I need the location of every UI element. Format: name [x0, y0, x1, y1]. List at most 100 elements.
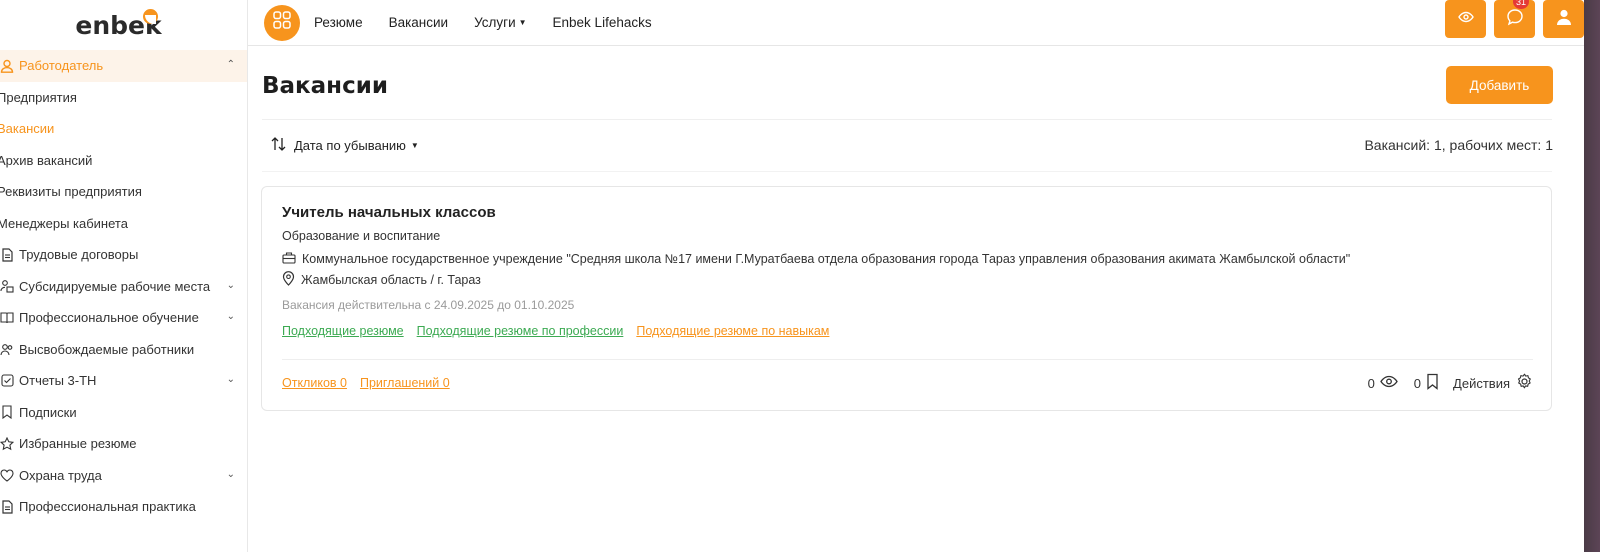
checkbox-icon [0, 374, 16, 387]
sidebar-item-label: Охрана труда [19, 467, 102, 483]
gear-icon [1516, 373, 1533, 393]
vacancy-validity: Вакансия действительна с 24.09.2025 до 0… [282, 298, 575, 312]
user-icon [1555, 8, 1573, 31]
logo-mark-icon [143, 9, 158, 24]
nav-link-vacancies[interactable]: Вакансии [389, 15, 449, 30]
messages-button[interactable]: 31 [1494, 0, 1535, 38]
sidebar: enbek Работодатель ⌃ Предприятия Ваканси… [0, 0, 248, 552]
sidebar-item-label: Менеджеры кабинета [0, 215, 128, 231]
sidebar-item-favorite-resumes[interactable]: Избранные резюме [0, 428, 247, 460]
sidebar-item-vacancies[interactable]: Вакансии [0, 113, 247, 145]
caret-down-icon: ▼ [410, 141, 419, 150]
location-pin-icon [282, 271, 295, 289]
chevron-down-icon: ⌄ [226, 311, 235, 322]
topbar: Резюме Вакансии Услуги ▼ Enbek Lifehacks … [248, 0, 1584, 46]
star-icon [0, 436, 16, 451]
sidebar-item-label: Высвобождаемые работники [19, 341, 195, 357]
grid-icon [273, 11, 291, 34]
sidebar-item-labor-safety[interactable]: Охрана труда ⌄ [0, 460, 247, 492]
user-icon [0, 59, 16, 73]
chevron-down-icon: ⌄ [226, 468, 235, 480]
sidebar-item-requisites[interactable]: Реквизиты предприятия [0, 176, 247, 208]
nav-link-services[interactable]: Услуги ▼ [474, 15, 526, 30]
sidebar-item-prof-practice[interactable]: Профессиональная практика [0, 491, 247, 523]
vacancy-organization: Коммунальное государственное учреждение … [302, 252, 1351, 266]
sort-dropdown[interactable]: Дата по убыванию ▼ [270, 136, 419, 155]
sidebar-item-enterprises[interactable]: Предприятия [0, 82, 247, 114]
nav-link-resumes[interactable]: Резюме [314, 15, 363, 30]
invitations-link[interactable]: Приглашений 0 [360, 376, 450, 390]
divider [262, 119, 1552, 120]
matching-resumes-link[interactable]: Подходящие резюме [282, 324, 404, 338]
divider [282, 359, 1533, 360]
accessibility-button[interactable] [1445, 0, 1486, 38]
bookmark-icon [1426, 373, 1439, 393]
matching-by-skills-link[interactable]: Подходящие резюме по навыкам [636, 324, 829, 338]
matching-by-profession-link[interactable]: Подходящие резюме по профессии [417, 324, 624, 338]
logo[interactable]: enbek [0, 0, 247, 50]
vacancy-title[interactable]: Учитель начальных классов [282, 204, 496, 221]
page-title: Вакансии [262, 73, 388, 99]
vacancy-organization-row: Коммунальное государственное учреждение … [282, 251, 1350, 267]
apps-menu-button[interactable] [264, 4, 300, 41]
chevron-up-icon: ⌃ [226, 59, 235, 70]
document-icon [0, 248, 16, 262]
users-icon [0, 343, 16, 356]
sidebar-item-managers[interactable]: Менеджеры кабинета [0, 208, 247, 240]
chevron-down-icon: ⌄ [226, 374, 235, 385]
actions-button[interactable]: Действия [1453, 373, 1533, 393]
eye-icon [1457, 10, 1474, 28]
sidebar-item-label: Работодатель [19, 58, 104, 74]
sidebar-item-label: Архив вакансий [0, 152, 93, 168]
sidebar-item-subsidized-jobs[interactable]: Субсидируемые рабочие места ⌄ [0, 271, 247, 303]
window-edge [1584, 0, 1600, 552]
nav-link-label: Услуги [474, 15, 516, 30]
notification-badge: 31 [1512, 0, 1529, 9]
responses-link[interactable]: Откликов 0 [282, 376, 347, 390]
divider [262, 171, 1552, 172]
saves-count: 0 [1413, 375, 1422, 391]
sidebar-item-label: Избранные резюме [19, 436, 137, 452]
caret-down-icon: ▼ [518, 18, 527, 27]
vacancy-card: Учитель начальных классов Образование и … [261, 186, 1552, 411]
sidebar-item-label: Профессиональная практика [19, 499, 196, 515]
people-icon [0, 279, 16, 293]
book-icon [0, 311, 16, 324]
sidebar-item-label: Реквизиты предприятия [0, 184, 142, 200]
vacancy-location-row: Жамбылская область / г. Тараз [282, 271, 481, 289]
sort-icon [270, 136, 287, 155]
chevron-down-icon: ⌄ [226, 279, 235, 291]
sidebar-item-prof-training[interactable]: Профессиональное обучение ⌄ [0, 302, 247, 334]
sidebar-item-labor-contracts[interactable]: Трудовые договоры [0, 239, 247, 271]
vacancy-location: Жамбылская область / г. Тараз [301, 273, 481, 287]
actions-label: Действия [1453, 375, 1510, 391]
resume-links: Подходящие резюме Подходящие резюме по п… [282, 324, 829, 338]
profile-button[interactable] [1543, 0, 1584, 38]
views-stat: 0 [1368, 375, 1398, 391]
document-icon [0, 500, 16, 514]
sort-label: Дата по убыванию [294, 138, 406, 153]
top-actions: 31 [1445, 0, 1584, 38]
app-root: enbek Работодатель ⌃ Предприятия Ваканси… [0, 0, 1600, 552]
vacancy-category: Образование и воспитание [282, 229, 441, 243]
building-icon [282, 251, 296, 267]
add-vacancy-button[interactable]: Добавить [1446, 66, 1553, 104]
saves-stat: 0 [1414, 373, 1439, 393]
vacancy-counts: Вакансий: 1, рабочих мест: 1 [1364, 137, 1553, 153]
sidebar-item-released-workers[interactable]: Высвобождаемые работники [0, 334, 247, 366]
vacancy-stats-links: Откликов 0 Приглашений 0 [282, 376, 450, 390]
sidebar-item-label: Трудовые договоры [19, 247, 139, 263]
sidebar-item-vacancy-archive[interactable]: Архив вакансий [0, 145, 247, 177]
sidebar-item-reports-3tn[interactable]: Отчеты 3-ТН ⌄ [0, 365, 247, 397]
sidebar-item-employer[interactable]: Работодатель ⌃ [0, 50, 247, 82]
sidebar-item-subscriptions[interactable]: Подписки [0, 397, 247, 429]
nav-link-lifehacks[interactable]: Enbek Lifehacks [553, 15, 652, 30]
sidebar-item-label: Отчеты 3-ТН [19, 373, 97, 389]
sidebar-item-label: Подписки [19, 404, 77, 420]
sidebar-item-label: Предприятия [0, 89, 77, 105]
eye-icon [1380, 375, 1398, 391]
heart-icon [0, 469, 16, 482]
sidebar-item-label: Профессиональное обучение [19, 310, 199, 326]
sidebar-item-label: Вакансии [0, 121, 55, 137]
chat-icon [1506, 8, 1524, 31]
